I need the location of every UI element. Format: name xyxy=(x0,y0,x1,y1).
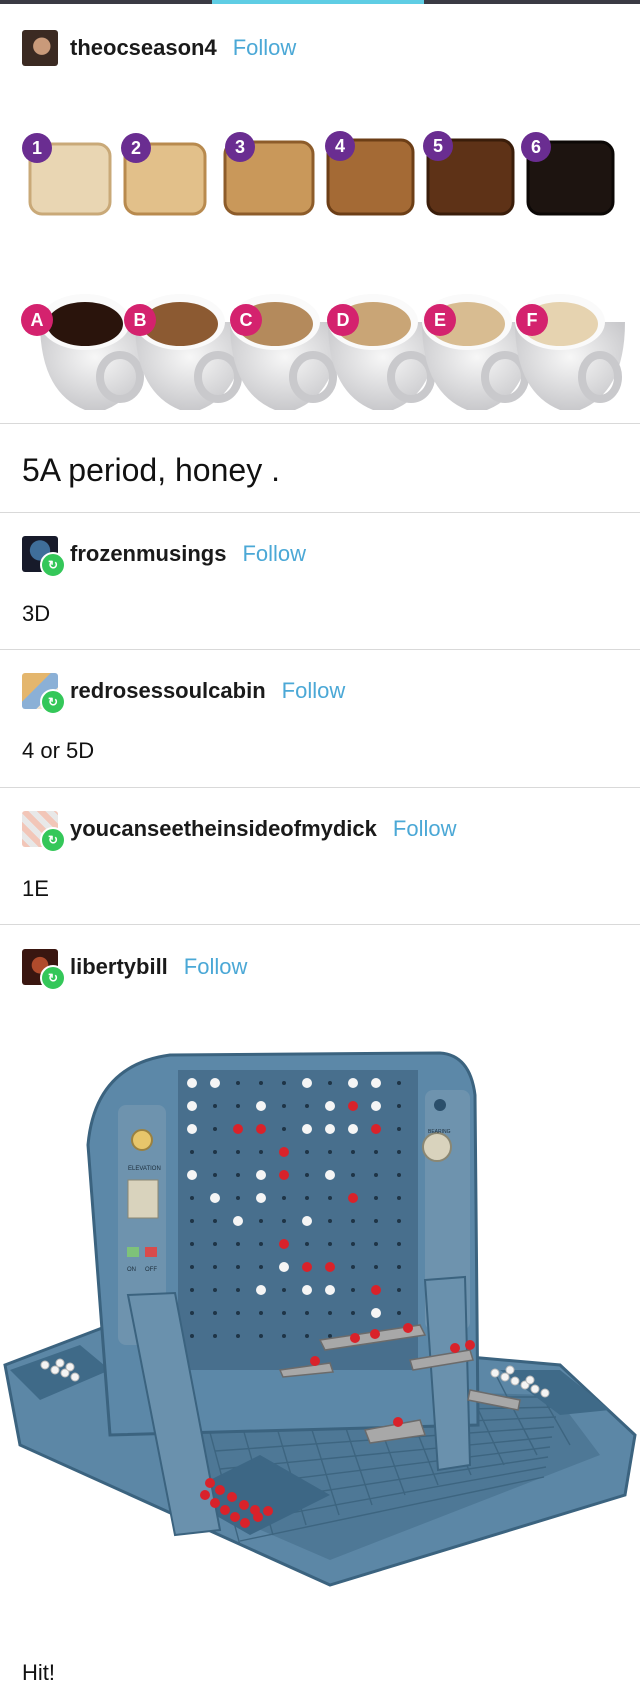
op-username[interactable]: theocseason4 xyxy=(70,35,217,61)
battleship-game-image: ELEVATION ON OFF BEARING xyxy=(0,1025,640,1625)
toast-num-6: 6 xyxy=(531,137,541,157)
divider xyxy=(0,787,640,788)
follow-button[interactable]: Follow xyxy=(393,816,457,842)
reply-header-4: ↻ libertybill Follow xyxy=(22,947,248,991)
avatar[interactable]: ↻ xyxy=(22,949,66,991)
reply-text: 4 or 5D xyxy=(22,738,95,763)
follow-button[interactable]: Follow xyxy=(282,678,346,704)
toast-num-4: 4 xyxy=(335,136,345,156)
toast-num-2: 2 xyxy=(131,138,141,158)
divider xyxy=(0,649,640,650)
off-label: OFF xyxy=(145,1267,157,1273)
avatar[interactable]: ↻ xyxy=(22,536,66,578)
reblog-icon: ↻ xyxy=(40,552,66,578)
divider xyxy=(0,924,640,925)
toast-num-3: 3 xyxy=(235,137,245,157)
tea-letter-d: D xyxy=(337,310,350,330)
follow-button[interactable]: Follow xyxy=(184,954,248,980)
reply-header-2: ↻ redrosessoulcabin Follow xyxy=(22,671,346,715)
divider xyxy=(0,512,640,513)
reply-username[interactable]: redrosessoulcabin xyxy=(70,678,266,704)
avatar[interactable] xyxy=(22,30,58,66)
reply-text: 1E xyxy=(22,876,49,901)
reply-header-1: ↻ frozenmusings Follow xyxy=(22,534,306,578)
tea-letter-c: C xyxy=(240,310,253,330)
tea-letter-f: F xyxy=(527,310,538,330)
reblog-icon: ↻ xyxy=(40,965,66,991)
top-tab-bar xyxy=(0,0,640,4)
tea-letter-e: E xyxy=(434,310,446,330)
reply-username[interactable]: frozenmusings xyxy=(70,541,226,567)
reply-header-3: ↻ youcanseetheinsideofmydick Follow xyxy=(22,809,457,853)
bearing-label: BEARING xyxy=(428,1129,451,1135)
tea-letter-b: B xyxy=(134,310,147,330)
tea-letter-a: A xyxy=(31,310,44,330)
on-label: ON xyxy=(127,1267,136,1273)
follow-button[interactable]: Follow xyxy=(233,35,297,61)
reblog-icon: ↻ xyxy=(40,689,66,715)
reblog-icon: ↻ xyxy=(40,827,66,853)
toast-tea-image: 1 2 3 4 5 6 A B C D E F xyxy=(0,92,640,422)
elevation-label: ELEVATION xyxy=(128,1166,161,1172)
op-header: theocseason4 Follow xyxy=(22,28,296,68)
reply-username[interactable]: libertybill xyxy=(70,954,168,980)
avatar[interactable]: ↻ xyxy=(22,673,66,715)
toast-num-1: 1 xyxy=(32,138,42,158)
active-tab-indicator xyxy=(212,0,424,4)
avatar[interactable]: ↻ xyxy=(22,811,66,853)
follow-button[interactable]: Follow xyxy=(242,541,306,567)
reply-text: 3D xyxy=(22,601,51,626)
reply-text: Hit! xyxy=(22,1660,55,1685)
toast-num-5: 5 xyxy=(433,136,443,156)
op-caption: 5A period, honey . xyxy=(22,452,280,488)
reply-username[interactable]: youcanseetheinsideofmydick xyxy=(70,816,377,842)
divider xyxy=(0,423,640,424)
